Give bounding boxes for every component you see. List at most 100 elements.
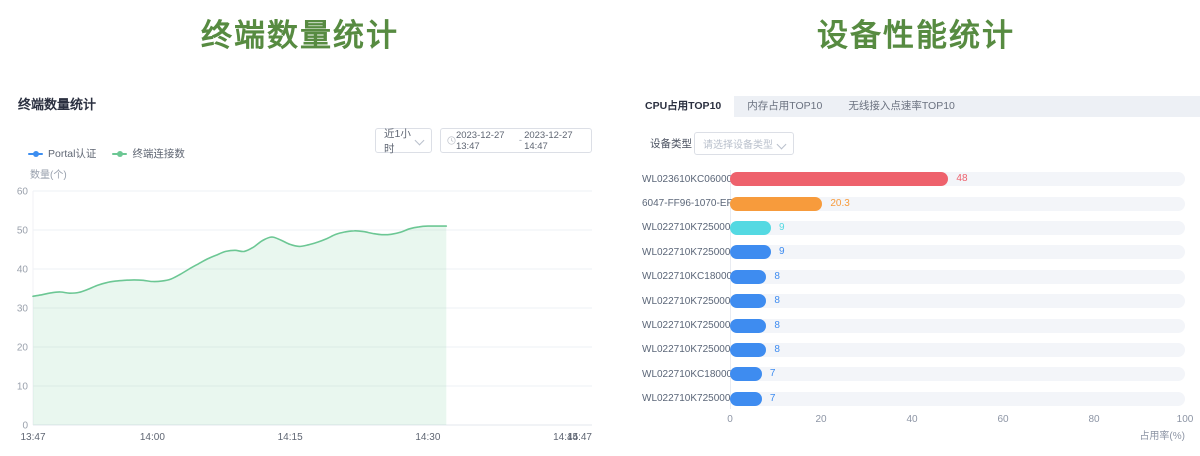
x-tick-label: 14:00 (140, 432, 165, 443)
bar-value-label: 9 (779, 246, 785, 258)
bar-row: WL022710K725000470 7 (642, 387, 1185, 411)
chevron-down-icon (777, 140, 787, 150)
bar-fill (730, 245, 771, 259)
bar-chart-x-axis-title: 占用率(%) (1085, 427, 1185, 442)
bar-row: WL022710K725000369 8 (642, 338, 1185, 362)
bar-fill (730, 392, 762, 406)
x-tick-label: 14:47 (567, 432, 592, 443)
x-tick-label: 14:30 (415, 432, 440, 443)
legend-label: Portal认证 (48, 146, 96, 161)
x-tick-label: 100 (1177, 414, 1194, 425)
y-tick-label: 30 (17, 304, 29, 315)
y-tick-label: 20 (17, 343, 29, 354)
y-tick-label: 60 (17, 187, 29, 198)
legend-marker-icon (112, 153, 127, 155)
tab-0[interactable]: CPU占用TOP10 (632, 96, 734, 117)
device-section-title: 设备性能统计 (616, 10, 1200, 55)
bar-track: 9 (730, 221, 1185, 235)
bar-value-label: 8 (774, 295, 780, 307)
device-performance-card: CPU占用TOP10内存占用TOP10无线接入点速率TOP10 设备类型 请选择… (632, 96, 1200, 456)
device-name-label: WL022710K725000272 (642, 296, 730, 307)
device-name-label: WL022710K725000470 (642, 393, 730, 404)
device-name-label: WL022710K725000307 (642, 320, 730, 331)
bar-value-label: 8 (774, 320, 780, 332)
date-range-end: 2023-12-27 14:47 (524, 130, 585, 152)
bar-row: WL022710K725000272 8 (642, 289, 1185, 313)
bar-row: WL022710K725000102 9 (642, 216, 1185, 240)
bar-track: 9 (730, 245, 1185, 259)
chevron-down-icon (415, 136, 425, 146)
bar-track: 7 (730, 367, 1185, 381)
time-range-select[interactable]: 近1小时 (375, 128, 432, 153)
x-tick-label: 80 (1088, 414, 1099, 425)
x-tick-label: 40 (906, 414, 917, 425)
y-tick-label: 10 (17, 382, 29, 393)
clock-icon (447, 135, 456, 146)
bar-fill (730, 221, 771, 235)
device-name-label: WL022710K725000409 (642, 247, 730, 258)
bar-fill (730, 319, 766, 333)
date-range-start: 2023-12-27 13:47 (456, 130, 517, 152)
bar-track: 8 (730, 343, 1185, 357)
device-name-label: WL022710K725000369 (642, 344, 730, 355)
bar-row: 6047-FF96-1070-EF0A 20.3 (642, 191, 1185, 215)
bar-fill (730, 367, 762, 381)
device-name-label: WL022710KC18000280 (642, 271, 730, 282)
bar-track: 8 (730, 294, 1185, 308)
device-name-label: WL023610KC06000043 (642, 174, 730, 185)
terminal-section-title: 终端数量统计 (0, 10, 600, 55)
terminal-line-chart[interactable]: 010203040506013:4714:0014:1514:3014:4514… (0, 165, 600, 456)
cpu-top10-bar-chart[interactable]: WL023610KC06000043 48 6047-FF96-1070-EF0A 2… (642, 167, 1185, 411)
bar-value-label: 9 (779, 222, 785, 234)
bar-fill (730, 343, 766, 357)
device-name-label: WL022710KC18000372 (642, 369, 730, 380)
x-tick-label: 0 (727, 414, 733, 425)
bar-row: WL023610KC06000043 48 (642, 167, 1185, 191)
date-range-separator: - (517, 135, 524, 146)
bar-value-label: 7 (770, 393, 776, 405)
legend-item-0[interactable]: Portal认证 (28, 146, 96, 161)
bar-value-label: 20.3 (830, 198, 849, 210)
bar-fill (730, 172, 948, 186)
y-tick-label: 0 (22, 421, 28, 432)
time-range-value: 近1小时 (384, 126, 413, 156)
device-type-placeholder: 请选择设备类型 (703, 136, 773, 151)
bar-fill (730, 270, 766, 284)
date-range-picker[interactable]: 2023-12-27 13:47 - 2023-12-27 14:47 (440, 128, 592, 153)
bar-value-label: 8 (774, 271, 780, 283)
performance-tab-strip: CPU占用TOP10内存占用TOP10无线接入点速率TOP10 (632, 96, 1200, 117)
bar-chart-x-ticks: 020406080100 (730, 414, 1185, 426)
y-tick-label: 40 (17, 265, 29, 276)
bar-track: 7 (730, 392, 1185, 406)
device-name-label: 6047-FF96-1070-EF0A (642, 198, 730, 209)
bar-value-label: 8 (774, 344, 780, 356)
x-tick-label: 13:47 (20, 432, 45, 443)
bar-track: 8 (730, 270, 1185, 284)
area-fill (33, 226, 446, 425)
legend-item-1[interactable]: 终端连接数 (112, 146, 185, 161)
bar-fill (730, 294, 766, 308)
bar-row: WL022710KC18000372 7 (642, 362, 1185, 386)
device-name-label: WL022710K725000102 (642, 222, 730, 233)
legend-label: 终端连接数 (132, 146, 185, 161)
bar-fill (730, 197, 822, 211)
bar-row: WL022710K725000409 9 (642, 240, 1185, 264)
x-tick-label: 14:15 (278, 432, 303, 443)
bar-track: 8 (730, 319, 1185, 333)
bar-value-label: 7 (770, 368, 776, 380)
bar-value-label: 48 (956, 173, 967, 185)
device-type-select[interactable]: 请选择设备类型 (694, 132, 794, 155)
bar-track: 20.3 (730, 197, 1185, 211)
bar-row: WL022710KC18000280 8 (642, 265, 1185, 289)
bar-track: 48 (730, 172, 1185, 186)
x-tick-label: 20 (815, 414, 826, 425)
y-tick-label: 50 (17, 226, 29, 237)
device-type-label: 设备类型 (650, 136, 692, 151)
legend-marker-icon (28, 153, 43, 155)
bar-row: WL022710K725000307 8 (642, 313, 1185, 337)
tab-2[interactable]: 无线接入点速率TOP10 (835, 96, 968, 117)
terminal-chart-legend: Portal认证 终端连接数 (28, 146, 185, 161)
x-tick-label: 60 (997, 414, 1008, 425)
terminal-card-title: 终端数量统计 (18, 94, 96, 113)
tab-1[interactable]: 内存占用TOP10 (734, 96, 835, 117)
